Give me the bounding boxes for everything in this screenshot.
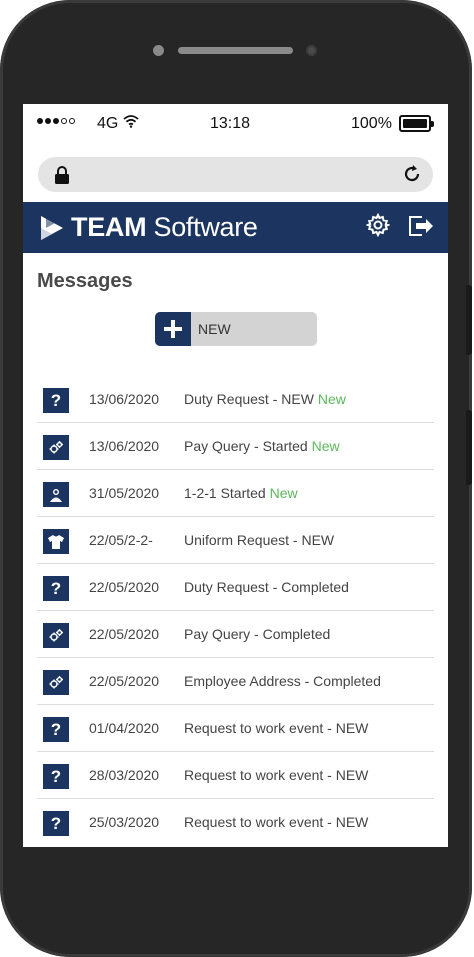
plus-icon — [155, 312, 191, 346]
battery-icon — [399, 115, 434, 132]
message-subject: 1-2-1 Started New — [184, 485, 298, 501]
new-tag: New — [311, 438, 340, 454]
logout-icon[interactable] — [408, 215, 434, 242]
message-subject-text: Request to work event - NEW — [184, 720, 369, 736]
message-subject-text: Duty Request - Completed — [184, 579, 349, 595]
message-date: 13/06/2020 — [89, 438, 160, 454]
earpiece-speaker — [178, 47, 293, 54]
message-date: 22/05/2020 — [89, 626, 160, 642]
message-date: 13/06/2020 — [89, 391, 160, 407]
message-subject-text: Pay Query - Started — [184, 438, 308, 454]
new-message-button[interactable]: NEW — [155, 312, 317, 346]
gears-icon — [43, 623, 69, 648]
new-button-label: NEW — [198, 321, 231, 337]
message-list: ? 13/06/2020 Duty Request - NEW New 13/06/2… — [37, 376, 434, 846]
front-camera — [306, 45, 317, 56]
new-tag: New — [317, 391, 346, 407]
message-subject: Pay Query - Completed — [184, 626, 330, 642]
gears-icon — [43, 435, 69, 460]
message-subject: Request to work event - NEW — [184, 767, 368, 783]
message-subject-text: Request to work event - NEW — [184, 814, 369, 830]
message-subject-text: 1-2-1 Started — [184, 485, 266, 501]
shirt-icon — [43, 529, 69, 554]
front-sensor — [153, 45, 164, 56]
message-date: 22/05/2020 — [89, 673, 160, 689]
message-row[interactable]: ? 28/03/2020 Request to work event - NEW — [37, 752, 434, 799]
message-row[interactable]: 13/06/2020 Pay Query - Started New — [37, 423, 434, 470]
question-icon: ? — [43, 388, 69, 413]
reload-icon[interactable] — [401, 163, 423, 190]
wifi-icon — [123, 114, 139, 133]
message-subject: Pay Query - Started New — [184, 438, 340, 454]
message-date: 28/03/2020 — [89, 767, 160, 783]
phone-frame: 4G 13:18 100% TEAM Software Messages NEW… — [0, 0, 472, 957]
side-button — [466, 285, 472, 355]
app-header: TEAM Software — [23, 202, 448, 253]
screen: 4G 13:18 100% TEAM Software Messages NEW… — [23, 104, 448, 847]
message-subject-text: Request to work event - NEW — [184, 767, 369, 783]
page-title: Messages — [37, 270, 133, 292]
message-row[interactable]: 22/05/2020 Employee Address - Completed — [37, 658, 434, 705]
message-subject: Uniform Request - NEW — [184, 532, 334, 548]
message-row[interactable]: 22/05/2020 Pay Query - Completed — [37, 611, 434, 658]
message-row[interactable]: 22/05/2-2- Uniform Request - NEW — [37, 517, 434, 564]
message-row[interactable]: ? 13/06/2020 Duty Request - NEW New — [37, 376, 434, 423]
message-subject-text: Employee Address - Completed — [184, 673, 381, 689]
message-date: 22/05/2-2- — [89, 532, 153, 548]
message-row[interactable]: ? 22/05/2020 Duty Request - Completed — [37, 564, 434, 611]
address-bar[interactable] — [38, 157, 433, 192]
gear-icon[interactable] — [365, 212, 391, 242]
message-subject: Employee Address - Completed — [184, 673, 381, 689]
message-subject-text: Pay Query - Completed — [184, 626, 331, 642]
message-subject: Request to work event - NEW — [184, 720, 368, 736]
question-icon: ? — [43, 764, 69, 789]
lock-icon — [54, 165, 70, 190]
message-subject-text: Duty Request - NEW — [184, 391, 314, 407]
people-icon — [43, 482, 69, 507]
message-date: 25/03/2020 — [89, 814, 160, 830]
message-date: 22/05/2020 — [89, 579, 160, 595]
question-icon: ? — [43, 717, 69, 742]
question-icon: ? — [43, 811, 69, 836]
question-icon: ? — [43, 576, 69, 601]
message-subject-text: Uniform Request - NEW — [184, 532, 335, 548]
message-row[interactable]: ? 25/03/2020 Request to work event - NEW — [37, 799, 434, 846]
message-row[interactable]: 31/05/2020 1-2-1 Started New — [37, 470, 434, 517]
message-date: 31/05/2020 — [89, 485, 160, 501]
battery-percent: 100% — [351, 115, 392, 132]
message-date: 01/04/2020 — [89, 720, 160, 736]
signal-icon — [37, 118, 75, 124]
brand-name: TEAM Software — [71, 212, 258, 242]
carrier-label: 4G — [97, 115, 119, 132]
message-subject: Request to work event - NEW — [184, 814, 368, 830]
message-subject: Duty Request - NEW New — [184, 391, 346, 407]
team-logo-icon — [40, 214, 64, 247]
new-tag: New — [269, 485, 298, 501]
status-time: 13:18 — [210, 115, 251, 132]
gears-icon — [43, 670, 69, 695]
message-row[interactable]: ? 01/04/2020 Request to work event - NEW — [37, 705, 434, 752]
status-bar: 4G 13:18 100% — [23, 104, 448, 144]
message-subject: Duty Request - Completed — [184, 579, 349, 595]
side-button — [466, 410, 472, 485]
